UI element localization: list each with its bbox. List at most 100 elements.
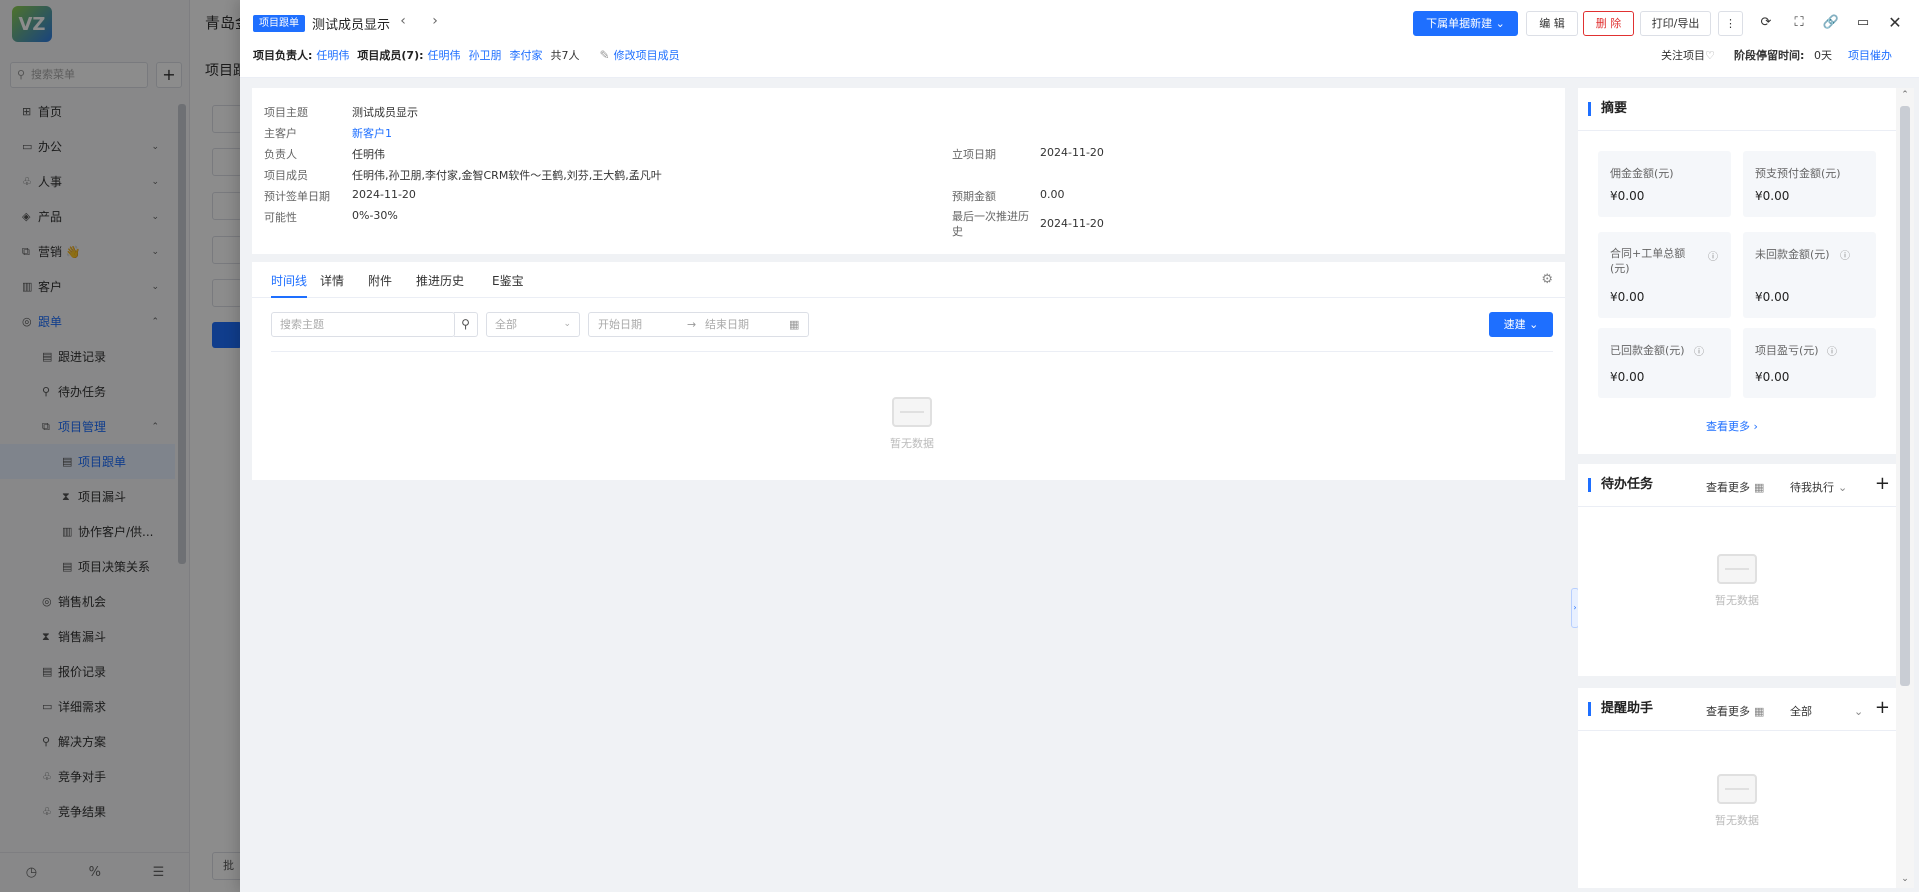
empty-inbox-icon bbox=[892, 397, 932, 427]
divider bbox=[1578, 130, 1896, 131]
help-icon[interactable]: ⓘ bbox=[1840, 247, 1850, 262]
summary-view-more-link[interactable]: 查看更多 › bbox=[1706, 418, 1758, 434]
chevron-down-icon: ⌄ bbox=[1495, 17, 1505, 30]
help-icon[interactable]: ⓘ bbox=[1694, 343, 1704, 358]
delete-button[interactable]: 删 除 bbox=[1583, 11, 1634, 36]
summary-stat: 合同+工单总额(元) ¥0.00 ⓘ bbox=[1598, 232, 1731, 318]
todo-filter-select[interactable]: 待我执行 ⌄ bbox=[1790, 479, 1847, 495]
summary-stat: 项目盈亏(元) ¥0.00 ⓘ bbox=[1743, 328, 1876, 398]
search-button[interactable]: ⚲ bbox=[454, 312, 478, 337]
tabs-card: ⚙ 时间线 详情 附件 推进历史 E鉴宝 搜索主题 ⚲ 全部 ⌄ 开始日期 → 结束日期… bbox=[252, 262, 1565, 480]
summary-stat-label: 合同+工单总额(元) bbox=[1610, 247, 1686, 275]
search-icon: ⚲ bbox=[461, 317, 470, 331]
empty-text: 暂无数据 bbox=[890, 437, 934, 450]
gear-icon[interactable]: ⚙ bbox=[1541, 272, 1553, 287]
timeline-search-input[interactable]: 搜索主题 bbox=[271, 312, 455, 337]
link-icon[interactable]: 🔗 bbox=[1822, 14, 1840, 32]
tab-4[interactable]: E鉴宝 bbox=[492, 272, 524, 298]
prev-record-icon[interactable]: ‹ bbox=[396, 13, 410, 29]
heart-icon: ♡ bbox=[1705, 49, 1715, 62]
scrollbar-thumb[interactable] bbox=[1900, 106, 1910, 686]
summary-stat: 佣金金额(元) ¥0.00 bbox=[1598, 151, 1731, 217]
divider bbox=[1578, 506, 1896, 507]
calendar-icon: ▦ bbox=[1754, 705, 1765, 718]
close-icon[interactable]: ✕ bbox=[1886, 14, 1904, 32]
member-link[interactable]: 李付家 bbox=[510, 47, 543, 63]
follow-project-label: 关注项目 bbox=[1661, 49, 1705, 62]
stage-duration-label: 阶段停留时间: bbox=[1734, 49, 1805, 62]
summary-stat-value: ¥0.00 bbox=[1610, 370, 1645, 384]
summary-title: 摘要 bbox=[1588, 102, 1627, 116]
summary-stat-label: 已回款金额(元) bbox=[1610, 344, 1685, 357]
info-field-label: 立项日期 bbox=[952, 148, 996, 161]
edit-button[interactable]: 编 辑 bbox=[1526, 11, 1578, 36]
reminder-filter-value: 全部 bbox=[1790, 705, 1812, 718]
refresh-icon[interactable]: ⟳ bbox=[1757, 14, 1775, 32]
empty-inbox-icon bbox=[1717, 554, 1757, 584]
print-export-button[interactable]: 打印/导出 bbox=[1640, 11, 1711, 36]
new-child-record-button[interactable]: 下属单据新建 ⌄ bbox=[1413, 11, 1518, 36]
summary-stat-label: 项目盈亏(元) bbox=[1755, 344, 1819, 357]
help-icon[interactable]: ⓘ bbox=[1708, 248, 1718, 263]
right-panel-scrollbar[interactable]: ⌃ ⌄ bbox=[1896, 88, 1914, 888]
project-urge-link[interactable]: 项目催办 bbox=[1848, 47, 1892, 63]
edit-members-link[interactable]: 修改项目成员 bbox=[614, 47, 680, 63]
info-field-value: 测试成员显示 bbox=[352, 106, 418, 119]
more-vertical-icon: ⋮ bbox=[1725, 17, 1736, 30]
drawer-title: 测试成员显示 bbox=[312, 18, 391, 33]
info-field-label: 最后一次推进历史 bbox=[952, 210, 1029, 238]
todo-view-more-label: 查看更多 bbox=[1706, 481, 1750, 494]
info-field-value: 任明伟,孙卫朋,李付家,金智CRM软件～王鹤,刘芬,王大鹤,孟凡叶 bbox=[352, 169, 662, 182]
todo-view-more-link[interactable]: 查看更多 ▦ bbox=[1706, 479, 1764, 495]
info-field-value[interactable]: 新客户1 bbox=[352, 125, 392, 141]
scroll-down-icon[interactable]: ⌄ bbox=[1896, 874, 1914, 884]
summary-stat-label: 未回款金额(元) bbox=[1755, 248, 1830, 261]
chevron-down-icon: ⌄ bbox=[563, 319, 571, 329]
new-child-record-label: 下属单据新建 bbox=[1426, 17, 1493, 30]
info-field-value: 2024-11-20 bbox=[1040, 146, 1104, 159]
calendar-icon: ▦ bbox=[1754, 481, 1765, 494]
tab-3[interactable]: 推进历史 bbox=[416, 272, 464, 298]
info-field-value: 0.00 bbox=[1040, 188, 1065, 201]
empty-text: 暂无数据 bbox=[1715, 594, 1759, 607]
type-select[interactable]: 全部 ⌄ bbox=[486, 312, 580, 337]
info-field-value: 任明伟 bbox=[352, 148, 385, 161]
date-range-picker[interactable]: 开始日期 → 结束日期 ▦ bbox=[588, 312, 809, 337]
chevron-right-icon: › bbox=[1753, 420, 1758, 433]
summary-card: 摘要 佣金金额(元) ¥0.00 预支预付金额(元) ¥0.00 合同+工单总额(元) ¥… bbox=[1578, 88, 1896, 454]
members-label: 项目成员(7): bbox=[357, 49, 424, 62]
reminder-filter-select[interactable]: 全部 ⌄ bbox=[1790, 703, 1863, 719]
summary-view-more-label: 查看更多 bbox=[1706, 420, 1750, 433]
tab-1[interactable]: 详情 bbox=[320, 272, 344, 298]
timeline-empty-state: 暂无数据 bbox=[872, 397, 952, 451]
tab-0[interactable]: 时间线 bbox=[271, 272, 308, 298]
reminder-view-more-link[interactable]: 查看更多 ▦ bbox=[1706, 703, 1764, 719]
quick-create-label: 速建 bbox=[1503, 318, 1526, 331]
owner-link[interactable]: 任明伟 bbox=[316, 47, 349, 63]
quick-create-button[interactable]: 速建 ⌄ bbox=[1489, 312, 1553, 337]
scroll-up-icon[interactable]: ⌃ bbox=[1896, 90, 1914, 100]
divider bbox=[271, 351, 1553, 352]
modal-overlay[interactable] bbox=[0, 0, 240, 892]
members-total: 共7人 bbox=[550, 49, 580, 62]
fullscreen-icon[interactable]: ⛶ bbox=[1790, 14, 1808, 32]
date-end-placeholder: 结束日期 bbox=[705, 318, 749, 331]
date-start-placeholder: 开始日期 bbox=[598, 318, 642, 331]
info-field-value: 0%-30% bbox=[352, 209, 398, 222]
tab-2[interactable]: 附件 bbox=[368, 272, 392, 298]
add-todo-button[interactable]: + bbox=[1875, 473, 1890, 494]
help-icon[interactable]: ⓘ bbox=[1827, 343, 1837, 358]
summary-stat-label: 预支预付金额(元) bbox=[1755, 167, 1841, 180]
next-record-icon[interactable]: › bbox=[428, 13, 442, 29]
reminder-card: 提醒助手 查看更多 ▦ 全部 ⌄ + 暂无数据 bbox=[1578, 688, 1896, 888]
member-link[interactable]: 任明伟 bbox=[428, 47, 461, 63]
add-reminder-button[interactable]: + bbox=[1875, 697, 1890, 718]
summary-stat-value: ¥0.00 bbox=[1755, 370, 1790, 384]
dock-icon[interactable]: ▭ bbox=[1854, 14, 1872, 32]
more-actions-button[interactable]: ⋮ bbox=[1718, 11, 1743, 36]
info-field-label: 项目主题 bbox=[264, 106, 308, 119]
info-field-value: 2024-11-20 bbox=[1040, 217, 1104, 230]
member-link[interactable]: 孙卫朋 bbox=[469, 47, 502, 63]
follow-project-toggle[interactable]: 关注项目♡ bbox=[1661, 47, 1715, 63]
info-field-label: 预计签单日期 bbox=[264, 190, 330, 203]
